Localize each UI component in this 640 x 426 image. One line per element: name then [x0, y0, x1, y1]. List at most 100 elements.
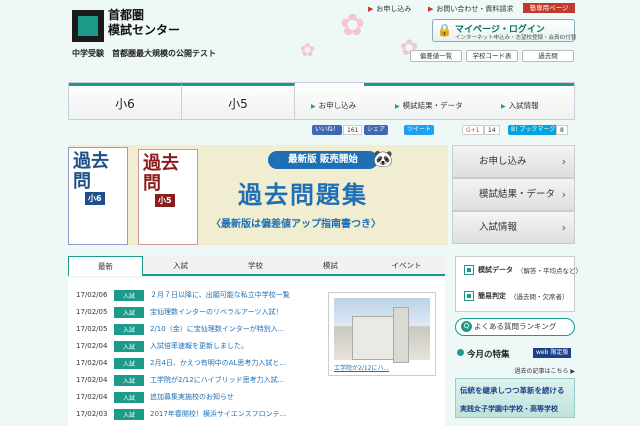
ad-school-name: 実践女子学園中学校・高等学校	[460, 405, 558, 413]
quick-judge-link-title: 簡易判定	[478, 292, 506, 300]
quick-judge-link-detail: （過去問・欠席者）	[510, 293, 569, 301]
news-category-badge: 入試	[114, 289, 144, 301]
list-item[interactable]: 17/02/04 入試 工学院が2/12にハイブリッド思考力入試...	[76, 373, 300, 387]
nav-accent-bar	[364, 83, 574, 86]
news-date: 17/02/05	[76, 308, 108, 316]
list-item[interactable]: 17/02/04 入試 追加募集実施校のお知らせ	[76, 390, 300, 404]
arrow-icon: ▶	[395, 103, 400, 110]
nav-link-exam-info-label: 入試情報	[508, 101, 539, 110]
google-plus-button[interactable]: G+1	[462, 125, 484, 135]
news-date: 17/02/04	[76, 393, 108, 401]
faq-ranking-button[interactable]: Q よくある質問ランキング	[455, 318, 575, 336]
mock-data-link-title: 模試データ	[478, 266, 513, 274]
main-nav: 小6 小5 ▶ お申し込み ▶ 模試結果・データ ▶ 入試情報	[68, 82, 575, 120]
school-building-photo	[334, 298, 430, 363]
tab-exam[interactable]: 入試	[143, 256, 218, 276]
featured-news-card[interactable]: 工学院が2/12にハ...	[328, 292, 436, 376]
top-link-contact[interactable]: ▶ お問い合わせ・資料請求	[428, 4, 513, 14]
site-logo[interactable]: 首都圏 模試センター	[108, 8, 188, 38]
deviation-list-button[interactable]: 偏差値一覧	[410, 50, 462, 62]
news-date: 17/02/03	[76, 410, 108, 418]
arrow-icon: ▶	[501, 103, 506, 110]
ad-headline: 伝統を継承しつつ革新を続ける	[460, 386, 565, 395]
list-item[interactable]: 17/02/04 入試 2月4日、かえつ有明中のAL思考力入試と...	[76, 356, 300, 370]
arrow-icon: ▶	[428, 5, 434, 13]
top-link-apply[interactable]: ▶ お申し込み	[368, 4, 411, 14]
faq-ranking-label: よくある質問ランキング	[474, 322, 557, 331]
nav-link-apply[interactable]: ▶ お申し込み	[311, 100, 356, 111]
facebook-share-button[interactable]: シェア	[364, 125, 389, 135]
book-cover-grade6: 過去 問 小6	[68, 147, 128, 245]
list-item[interactable]: 17/02/05 入試 2/10（金）に宝仙理数インターが特別入...	[76, 322, 300, 336]
question-icon: Q	[461, 321, 472, 332]
tab-school[interactable]: 学校	[218, 256, 293, 276]
tab-grade-6[interactable]: 小6	[69, 83, 182, 119]
past-exams-button[interactable]: 過去問	[522, 50, 574, 62]
tweet-button[interactable]: ツイート	[404, 125, 435, 135]
book-cover-grade: 小5	[155, 194, 175, 207]
news-tabs: 最新 入試 学校 模試 イベント	[68, 256, 445, 276]
news-date: 17/02/04	[76, 359, 108, 367]
nav-link-apply-label: お申し込み	[318, 101, 357, 110]
news-category-badge: 入試	[114, 306, 144, 318]
data-links-box: 模試データ （解答・平均点など） 簡易判定 （過去問・欠席者）	[455, 256, 582, 312]
news-date: 17/02/06	[76, 291, 108, 299]
logo-mark-icon[interactable]	[72, 10, 104, 42]
list-item[interactable]: 17/02/03 入試 2017年春開校！横浜サイエンスフロンテ...	[76, 407, 300, 421]
banner-subtitle: 〈最新版は偏差値アップ指南書つき〉	[211, 219, 381, 230]
banner-title: 過去問題集	[238, 181, 368, 209]
list-item[interactable]: 17/02/04 入試 入試倍率速報を更新しました。	[76, 339, 300, 353]
news-list: 17/02/06 入試 ２月７日以降に、出願可能な私立中学校一覧 17/02/0…	[68, 278, 445, 426]
facebook-like-button[interactable]: いいね！	[312, 125, 343, 135]
nav-link-exam-info[interactable]: ▶ 入試情報	[501, 100, 539, 111]
book-cover-grade5: 過去 問 小5	[138, 149, 198, 245]
side-button-results[interactable]: 模試結果・データ	[452, 178, 575, 211]
cherry-blossom-decoration: ✿	[300, 40, 316, 61]
side-button-apply[interactable]: お申し込み	[452, 145, 575, 178]
feature-header: 今月の特集 web 限定版	[455, 346, 575, 362]
bullet-icon	[457, 349, 464, 356]
featured-news-caption[interactable]: 工学院が2/12にハ...	[334, 363, 389, 372]
tab-event[interactable]: イベント	[368, 256, 445, 276]
book-cover-title: 過去 問	[143, 153, 179, 194]
facebook-like-count: 161	[343, 125, 363, 135]
news-category-badge: 入試	[114, 374, 144, 386]
tab-mock[interactable]: 模試	[293, 256, 368, 276]
side-button-exam-info[interactable]: 入試情報	[452, 211, 575, 244]
list-item[interactable]: 17/02/05 入試 宝仙理数インターのリベラルアーツ入試！	[76, 305, 300, 319]
hatena-bookmark-count: 8	[556, 125, 568, 135]
news-title-link[interactable]: 工学院が2/12にハイブリッド思考力入試...	[150, 375, 300, 385]
hatena-bookmark-button[interactable]: B! ブックマーク	[508, 125, 559, 135]
school-code-button[interactable]: 学校コード表	[466, 50, 518, 62]
mock-data-link[interactable]: 模試データ （解答・平均点など）	[464, 265, 582, 275]
list-item[interactable]: 17/02/06 入試 ２月７日以降に、出願可能な私立中学校一覧	[76, 288, 300, 302]
news-title-link[interactable]: 入試倍率速報を更新しました。	[150, 341, 300, 351]
school-ad-banner[interactable]: 伝統を継承しつつ革新を続ける 実践女子学園中学校・高等学校	[455, 378, 575, 418]
nav-link-results-label: 模試結果・データ	[402, 101, 463, 110]
mascot-icon: 🐼	[373, 149, 393, 168]
top-link-contact-label: お問い合わせ・資料請求	[436, 5, 514, 13]
arrow-icon: ▶	[368, 5, 374, 13]
quick-judge-link[interactable]: 簡易判定 （過去問・欠席者）	[464, 291, 569, 301]
news-title-link[interactable]: 追加募集実施校のお知らせ	[150, 392, 300, 402]
news-category-badge: 入試	[114, 391, 144, 403]
news-category-badge: 入試	[114, 340, 144, 352]
news-title-link[interactable]: 2/10（金）に宝仙理数インターが特別入...	[150, 324, 300, 334]
building-shape	[352, 307, 409, 363]
mypage-login-button[interactable]: 🔒 マイページ・ログイン インターネット申込み・志望校登録・会員ID付替	[432, 19, 576, 42]
news-title-link[interactable]: 2月4日、かえつ有明中のAL思考力入試と...	[150, 358, 300, 368]
tab-grade-5[interactable]: 小5	[182, 83, 295, 119]
news-title-link[interactable]: ２月７日以降に、出願可能な私立中学校一覧	[150, 290, 300, 300]
staff-page-button[interactable]: 塾専用ページ	[523, 3, 575, 13]
past-exam-banner[interactable]: 過去 問 小6 過去 問 小5 最新版 販売開始 🐼 過去問題集 〈最新版は偏差…	[68, 145, 448, 245]
news-title-link[interactable]: 宝仙理数インターのリベラルアーツ入試！	[150, 307, 300, 317]
banner-sale-pill: 最新版 販売開始	[268, 151, 378, 169]
web-limited-badge: web 限定版	[533, 348, 572, 358]
tab-latest[interactable]: 最新	[68, 256, 143, 276]
top-link-apply-label: お申し込み	[376, 5, 412, 13]
past-articles-link[interactable]: 過去の記事はこちら ▶	[455, 366, 575, 375]
nav-link-results[interactable]: ▶ 模試結果・データ	[395, 100, 463, 111]
site-tagline: 中学受験 首都圏最大規模の公開テスト	[72, 49, 216, 58]
news-title-link[interactable]: 2017年春開校！横浜サイエンスフロンテ...	[150, 409, 300, 419]
feature-title: 今月の特集	[467, 350, 510, 360]
